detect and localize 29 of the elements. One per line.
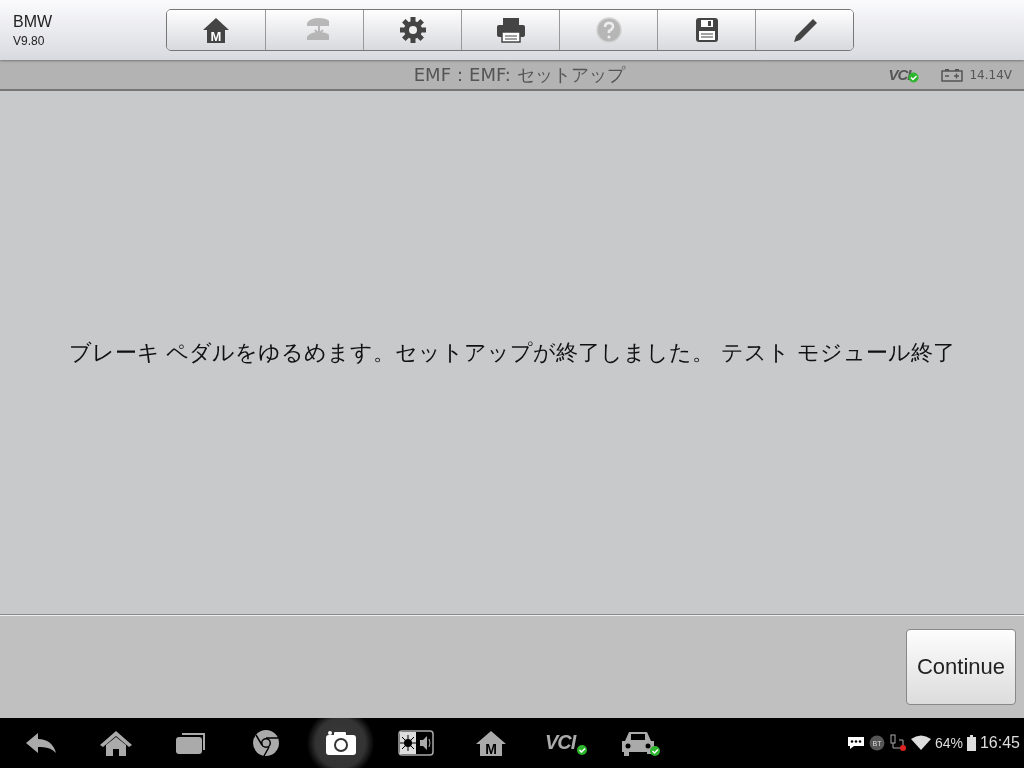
message-text: ブレーキ ペダルをゆるめます。セットアップが終了しました。 テスト モジュール終了: [67, 338, 957, 367]
screen-title: EMF：EMF: セットアップ: [412, 62, 627, 87]
windows-icon[interactable]: [173, 731, 208, 755]
battery-icon: [966, 735, 976, 751]
brightness-volume-icon[interactable]: [397, 730, 434, 756]
battery-percent: 64%: [934, 735, 963, 751]
help-icon: [594, 16, 623, 44]
pencil-button[interactable]: [755, 10, 853, 50]
app-version: V9.80: [13, 33, 46, 48]
home-icon[interactable]: [98, 729, 133, 757]
printer-icon: [494, 16, 527, 44]
settings-button[interactable]: [363, 10, 461, 50]
wifi-icon: [910, 735, 931, 751]
continue-button[interactable]: Continue: [906, 629, 1016, 705]
printer-button[interactable]: [461, 10, 559, 50]
app-name: BMW: [13, 12, 54, 31]
browser-icon[interactable]: [250, 728, 281, 758]
home-icon[interactable]: M: [474, 729, 507, 757]
car-icon[interactable]: [620, 729, 661, 757]
home-button[interactable]: M: [167, 10, 265, 50]
home-icon: M: [202, 16, 230, 44]
clock-time: 16:45: [979, 734, 1020, 752]
camera-icon[interactable]: [323, 730, 358, 756]
save-button[interactable]: [657, 10, 755, 50]
settings-icon: [398, 16, 427, 44]
network-disconnected-icon: [888, 734, 907, 752]
battery-icon: [941, 67, 964, 82]
message-icon: [846, 736, 865, 750]
voltage-reading: 14.14V: [969, 67, 1012, 82]
